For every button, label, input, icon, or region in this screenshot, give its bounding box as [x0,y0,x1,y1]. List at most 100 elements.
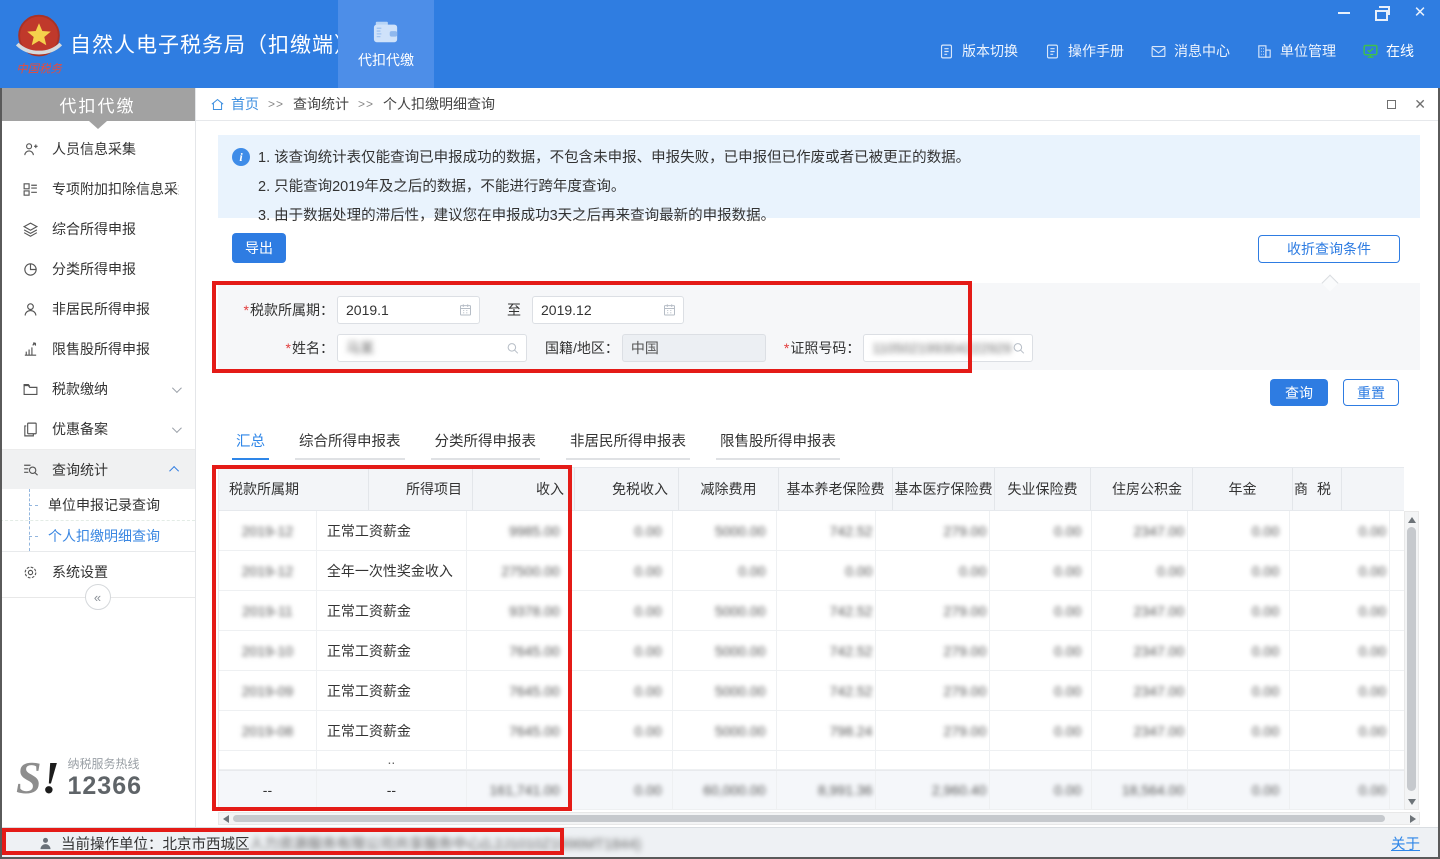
cell-income-item: 正常工资薪金 [327,601,411,621]
column-header: 免税收入 [575,468,679,510]
cell-value-redacted: 0.00 [1252,723,1279,739]
required-marker: * [244,302,249,318]
table-row[interactable]: 2019-10 正常工资薪金 7645.00 0.00 5000.00 742.… [219,631,1404,671]
table-row[interactable]: 2019-12 正常工资薪金 9985.00 0.00 5000.00 742.… [219,511,1404,551]
nationality-label: 国籍/地区： [545,338,619,358]
result-tab[interactable]: 限售股所得申报表 [716,425,840,460]
cell-income-item: 正常工资薪金 [327,521,411,541]
header-menu-item[interactable]: 操作手册 [1044,41,1124,61]
sidebar-item-label: 非居民所得申报 [52,299,179,319]
export-button[interactable]: 导出 [232,233,286,263]
table-header-row: 税款所属期 所得项目 收入 免税收入 减除费用 基本养老保险费 基本医疗保险费 … [219,467,1404,511]
window-controls: ✕ [1336,5,1428,20]
table-row[interactable]: 2019-12 全年一次性奖金收入 27500.00 0.00 0.00 0.0… [219,551,1404,591]
table-row[interactable]: 2019-08 正常工资薪金 7645.00 0.00 5000.00 798.… [219,711,1404,751]
search-icon[interactable] [505,340,520,355]
sidebar-item[interactable]: 查询统计 [0,449,195,489]
horizontal-scrollbar[interactable] [218,812,1420,825]
totals-value-redacted: 161,741.00 [490,782,560,798]
scroll-left-arrow[interactable] [219,813,232,824]
cell-period-redacted: 2019-11 [242,603,292,619]
sidebar-item[interactable]: 限售股所得申报 [0,329,195,369]
totals-value-redacted: 60,000.00 [703,782,765,798]
result-table: 税款所属期 所得项目 收入 免税收入 减除费用 基本养老保险费 基本医疗保险费 … [218,467,1404,810]
result-tab[interactable]: 汇总 [232,425,269,460]
header-menu-item[interactable]: 版本切换 [938,41,1018,61]
scroll-up-arrow[interactable] [1405,513,1418,526]
page-restore-icon[interactable] [1387,100,1396,109]
sidebar-subitem[interactable]: 个人扣缴明细查询 [0,520,195,551]
window-edge [0,88,2,859]
breadcrumb-level1[interactable]: 查询统计 [293,94,349,114]
sidebar-subitem[interactable]: 单位申报记录查询 [0,489,195,520]
pie-icon [22,261,39,278]
table-row[interactable]: 2019-09 正常工资薪金 7645.00 0.00 5000.00 742.… [219,671,1404,711]
sidebar-item[interactable]: 税款缴纳 [0,369,195,409]
sidebar-subitem-label: 单位申报记录查询 [48,495,160,515]
breadcrumb-level2: 个人扣缴明细查询 [383,94,495,114]
period-from-input[interactable]: 2019.1 [337,296,480,324]
sidebar-collapse-button[interactable]: « [85,584,111,610]
sidebar-menu: 人员信息采集 专项附加扣除信息采集 综合所得申报 分类所得 [0,129,195,489]
header-tab-label: 代扣代缴 [358,50,414,70]
result-tabs: 汇总 综合所得申报表 分类所得申报表 非居民所得申报表 限售股所得申报表 [232,425,840,460]
header-menu-item[interactable]: 消息中心 [1150,41,1230,61]
cell-income-item: 正常工资薪金 [327,681,411,701]
query-button[interactable]: 查询 [1270,379,1328,406]
restore-button[interactable] [1374,5,1390,20]
cell-value-redacted: 0.00 [738,563,765,579]
page-close-icon[interactable]: ✕ [1414,96,1426,113]
header-menu-item[interactable]: 在线 [1362,41,1414,61]
breadcrumb-home[interactable]: 首页 [210,94,259,114]
id-number-label: *证照号码： [784,338,860,358]
result-tab[interactable]: 分类所得申报表 [431,425,541,460]
table-row[interactable]: 2019-11 正常工资薪金 9378.00 0.00 5000.00 742.… [219,591,1404,631]
scroll-down-arrow[interactable] [1405,795,1418,808]
sidebar-item[interactable]: 分类所得申报 [0,249,195,289]
result-tab[interactable]: 非居民所得申报表 [566,425,690,460]
column-header: 减除费用 [679,468,779,510]
chevron-icon [172,423,182,433]
cell-value-redacted: 2347.00 [1134,603,1185,619]
period-to-input[interactable]: 2019.12 [532,296,684,324]
sidebar: 代扣代缴 人员信息采集 专项附加扣除信息采集 综合所得申报 [0,88,196,827]
header-menu-item[interactable]: 单位管理 [1256,41,1336,61]
name-input[interactable]: 马某 [337,334,527,362]
cell-value-redacted: 0.00 [1252,683,1279,699]
calendar-icon[interactable] [662,302,677,317]
sidebar-item[interactable]: 综合所得申报 [0,209,195,249]
result-tab[interactable]: 综合所得申报表 [295,425,405,460]
hotline-label: 纳税服务热线 [68,755,143,772]
id-number-input[interactable]: 110502199304222929 [863,334,1033,362]
folder-icon [22,381,39,398]
cell-value-redacted: 279.00 [944,723,987,739]
tax-emblem-logo: 中国税务 [10,10,68,80]
horizontal-scrollbar-thumb[interactable] [233,815,1385,822]
header-tab-daikoudaijiao[interactable]: 代扣代缴 [338,0,434,88]
sidebar-item[interactable]: 人员信息采集 [0,129,195,169]
minimize-button[interactable] [1336,5,1352,20]
scroll-right-arrow[interactable] [1406,813,1419,824]
cell-income-item: 全年一次性奖金收入 [327,561,453,581]
table-row-partial[interactable]: .. [219,751,1404,770]
id-value-redacted: 110502199304222929 [872,340,1011,356]
search-icon[interactable] [1011,340,1026,355]
sidebar-item[interactable]: 非居民所得申报 [0,289,195,329]
cell-value-redacted: 279.00 [944,683,987,699]
reset-button[interactable]: 重置 [1343,379,1399,406]
column-header: 商业健康保险 [1293,468,1307,510]
close-button[interactable]: ✕ [1412,5,1428,20]
vertical-scrollbar-thumb[interactable] [1407,527,1416,791]
sidebar-subitem-label: 个人扣缴明细查询 [48,526,160,546]
hotline-number: 12366 [68,772,143,801]
about-link[interactable]: 关于 [1391,833,1420,854]
cell-value-redacted: 7645.00 [509,723,560,739]
vertical-scrollbar[interactable] [1404,511,1419,810]
sidebar-item[interactable]: 专项附加扣除信息采集 [0,169,195,209]
cell-value-redacted: 0.00 [634,523,661,539]
cell-value-redacted: 0.00 [845,563,872,579]
calendar-icon[interactable] [458,302,473,317]
column-header: 年金 [1193,468,1293,510]
collapse-query-button[interactable]: 收折查询条件 [1258,235,1400,263]
sidebar-item[interactable]: 优惠备案 [0,409,195,449]
